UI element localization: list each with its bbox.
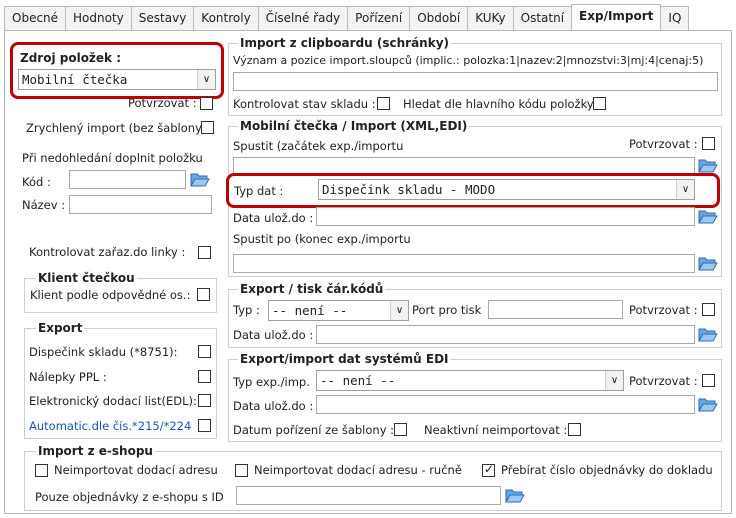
eshop-title: Import z e-shopu bbox=[36, 444, 155, 458]
tab-kontroly[interactable]: Kontroly bbox=[193, 6, 259, 30]
mobile-title: Mobilní čtečka / Import (XML,EDI) bbox=[238, 119, 470, 133]
stock-check-label: Kontrolovat stav skladu : bbox=[233, 97, 376, 111]
folder-open-icon[interactable] bbox=[698, 157, 718, 173]
highlight-type bbox=[226, 173, 720, 208]
main-code-checkbox[interactable] bbox=[593, 97, 606, 110]
check-line-label: Kontrolovat zařaz.do linky : bbox=[29, 245, 186, 259]
mobile-after-input[interactable] bbox=[233, 254, 695, 273]
barcode-save-label: Data ulož.do : bbox=[233, 328, 314, 342]
clipboard-columns-input[interactable] bbox=[233, 72, 718, 91]
client-checkbox[interactable] bbox=[197, 288, 210, 301]
folder-open-icon[interactable] bbox=[698, 326, 718, 342]
name-input[interactable] bbox=[69, 195, 212, 214]
tab-bar: Obecné Hodnoty Sestavy Kontroly Číselné … bbox=[4, 4, 690, 30]
quick-import-label: Zrychlený import (bez šablony) bbox=[26, 121, 207, 135]
edi-confirm-label: Potvrzovat : bbox=[629, 374, 698, 388]
export-auto-label: Automatic.dle čís.*215/*224 bbox=[29, 419, 192, 433]
stock-check-checkbox[interactable] bbox=[377, 97, 390, 110]
code-label: Kód : bbox=[22, 175, 51, 189]
chevron-down-icon: ∨ bbox=[605, 371, 623, 390]
tab-porizeni[interactable]: Pořízení bbox=[347, 6, 411, 30]
export-edl-checkbox[interactable] bbox=[198, 394, 211, 407]
tab-obdobi[interactable]: Období bbox=[409, 6, 469, 30]
mobile-save-input[interactable] bbox=[316, 207, 695, 226]
mobile-start-label: Spustit (začátek exp./importu bbox=[233, 139, 404, 153]
port-input[interactable] bbox=[488, 300, 623, 319]
tab-ostatni[interactable]: Ostatní bbox=[512, 6, 573, 30]
folder-open-icon[interactable] bbox=[505, 487, 525, 503]
highlight-source bbox=[10, 42, 224, 99]
export-auto-checkbox[interactable] bbox=[198, 419, 211, 432]
export-ppl-label: Nálepky PPL : bbox=[29, 370, 107, 384]
folder-open-icon[interactable] bbox=[698, 255, 718, 271]
export-title: Export bbox=[36, 321, 85, 335]
clipboard-desc: Význam a pozice import.sloupců (implic.:… bbox=[233, 54, 704, 67]
mobile-after-label: Spustit po (konec exp./importu bbox=[233, 232, 411, 246]
eshop-opt1-checkbox[interactable] bbox=[35, 464, 48, 477]
fill-missing-label: Při nedohledání doplnit položku bbox=[22, 151, 203, 165]
tab-obecne[interactable]: Obecné bbox=[4, 6, 67, 30]
edi-type-value: -- není -- bbox=[320, 373, 396, 388]
source-confirm-label: Potvrzovat : bbox=[128, 96, 197, 110]
eshop-opt2-label: Neimportovat dodací adresu - ručně bbox=[254, 463, 462, 477]
edi-inactive-label: Neaktivní neimportovat : bbox=[424, 423, 568, 437]
barcode-type-select[interactable]: -- není -- ∨ bbox=[268, 300, 409, 321]
export-dispecink-checkbox[interactable] bbox=[198, 345, 211, 358]
mobile-confirm-label: Potvrzovat : bbox=[629, 137, 698, 151]
barcode-type-label: Typ : bbox=[233, 303, 260, 317]
name-label: Název : bbox=[22, 198, 66, 212]
edi-date-label: Datum pořízení ze šablony : bbox=[233, 423, 395, 437]
eshop-opt3-label: Přebírat číslo objednávky do dokladu bbox=[501, 463, 713, 477]
edi-confirm-checkbox[interactable] bbox=[702, 374, 715, 387]
folder-open-icon[interactable] bbox=[698, 396, 718, 412]
clipboard-title: Import z clipboardu (schránky) bbox=[238, 36, 452, 50]
barcode-save-input[interactable] bbox=[316, 325, 695, 344]
code-input[interactable] bbox=[69, 170, 186, 189]
edi-date-checkbox[interactable] bbox=[394, 423, 407, 436]
edi-save-input[interactable] bbox=[316, 395, 695, 414]
client-label: Klient podle odpovědné os.: bbox=[30, 288, 191, 302]
eshop-opt2-checkbox[interactable] bbox=[235, 464, 248, 477]
barcode-confirm-label: Potvrzovat : bbox=[629, 303, 698, 317]
eshop-id-input[interactable] bbox=[236, 486, 501, 505]
main-code-label: Hledat dle hlavního kódu položky bbox=[403, 97, 594, 111]
client-title: Klient čtečkou bbox=[36, 271, 137, 285]
folder-open-icon[interactable] bbox=[190, 171, 210, 187]
folder-open-icon[interactable] bbox=[698, 208, 718, 224]
eshop-opt3-checkbox[interactable] bbox=[482, 462, 495, 477]
quick-import-checkbox[interactable] bbox=[201, 121, 214, 134]
tab-sestavy[interactable]: Sestavy bbox=[130, 6, 195, 30]
barcode-title: Export / tisk čár.kódů bbox=[238, 282, 386, 296]
edi-save-label: Data ulož.do : bbox=[233, 399, 314, 413]
export-ppl-checkbox[interactable] bbox=[198, 370, 211, 383]
eshop-opt1-label: Neimportovat dodací adresu bbox=[54, 463, 218, 477]
tab-kuky[interactable]: KUKy bbox=[467, 6, 514, 30]
edi-inactive-checkbox[interactable] bbox=[568, 423, 581, 436]
port-label: Port pro tisk bbox=[412, 303, 482, 317]
tab-iq[interactable]: IQ bbox=[660, 6, 690, 30]
mobile-save-label: Data ulož.do : bbox=[233, 211, 314, 225]
tab-ciselne-rady[interactable]: Číselné řady bbox=[257, 6, 349, 30]
edi-type-select[interactable]: -- není -- ∨ bbox=[316, 370, 624, 391]
export-dispecink-label: Dispečink skladu (*8751): bbox=[29, 345, 178, 359]
tab-hodnoty[interactable]: Hodnoty bbox=[65, 6, 132, 30]
check-line-checkbox[interactable] bbox=[198, 246, 211, 259]
barcode-type-value: -- není -- bbox=[272, 303, 348, 318]
mobile-confirm-checkbox[interactable] bbox=[702, 137, 715, 150]
tab-exp-import[interactable]: Exp/Import bbox=[571, 4, 662, 30]
eshop-id-label: Pouze objednávky z e-shopu s ID bbox=[35, 490, 224, 504]
export-edl-label: Elektronický dodací list(EDL): bbox=[29, 394, 197, 408]
edi-type-label: Typ exp./imp. bbox=[233, 375, 310, 389]
edi-title: Export/import dat systémů EDI bbox=[238, 352, 451, 366]
chevron-down-icon: ∨ bbox=[390, 301, 408, 320]
source-confirm-checkbox[interactable] bbox=[200, 97, 213, 110]
barcode-confirm-checkbox[interactable] bbox=[702, 303, 715, 316]
